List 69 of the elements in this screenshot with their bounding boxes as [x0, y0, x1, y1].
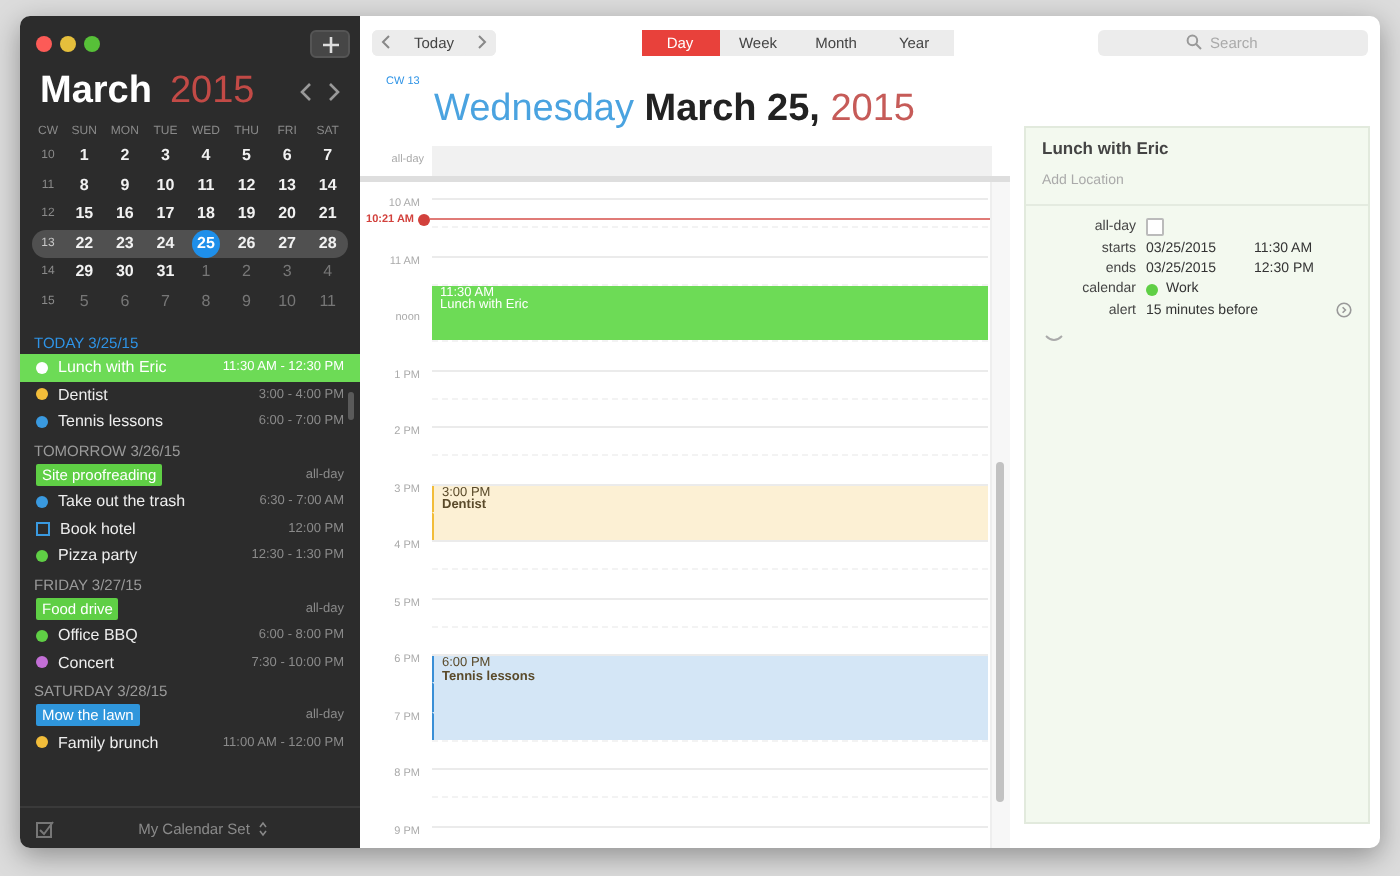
add-event-button[interactable] — [310, 30, 350, 58]
event-title: Lunch with Eric — [58, 358, 169, 377]
event-title: Family brunch — [58, 733, 161, 752]
chevron-right-icon — [476, 34, 489, 50]
all-day-checkbox[interactable] — [1146, 218, 1164, 236]
calendar-day[interactable]: 6 — [273, 142, 302, 171]
event-title: Pizza party — [58, 546, 140, 565]
weekday-title: Wednesday — [434, 88, 634, 130]
up-down-chevron-icon[interactable] — [257, 819, 268, 837]
task-checkbox[interactable] — [36, 521, 50, 536]
next-month-icon[interactable] — [324, 80, 344, 104]
event-dot — [36, 361, 48, 374]
calendar-day[interactable]: 16 — [110, 200, 139, 229]
calendar-day[interactable]: 7 — [313, 142, 342, 171]
calendar-day[interactable]: 9 — [110, 171, 139, 200]
calendar-day[interactable]: 2 — [110, 142, 139, 171]
expand-chevron-icon[interactable] — [1044, 334, 1064, 344]
event-block-continuation[interactable] — [432, 511, 988, 540]
calendar-day[interactable]: 22 — [70, 229, 99, 258]
event-title: Concert — [58, 653, 117, 672]
date-title: March 25, — [644, 88, 820, 130]
minimize-button[interactable] — [60, 36, 76, 52]
calendar-day[interactable]: 30 — [110, 258, 139, 287]
calendar-day[interactable]: 11 — [191, 171, 220, 200]
event-title: Book hotel — [60, 519, 138, 538]
calendar-day[interactable]: 4 — [191, 142, 220, 171]
scrollbar-thumb[interactable] — [996, 462, 1004, 802]
event-title: Office BBQ — [58, 626, 140, 645]
event-title: Take out the trash — [58, 492, 188, 511]
calendar-day[interactable]: 17 — [151, 200, 180, 229]
calendar-day[interactable]: 27 — [273, 229, 302, 258]
close-button[interactable] — [36, 36, 52, 52]
calendar-day[interactable]: 12 — [232, 171, 261, 200]
year-title: 2015 — [830, 88, 915, 130]
calendar-day[interactable]: 5 — [232, 142, 261, 171]
calendar-day[interactable]: 26 — [232, 229, 261, 258]
calendar-day[interactable]: 14 — [313, 171, 342, 200]
chevron-left-icon — [380, 34, 392, 50]
calendar-day[interactable]: 10 — [151, 171, 180, 200]
previous-month-icon[interactable] — [296, 80, 316, 104]
month-title: March — [40, 70, 152, 114]
search-icon — [1186, 34, 1203, 50]
all-day-row[interactable] — [432, 146, 992, 176]
year-title: 2015 — [169, 70, 255, 114]
current-time-dot — [418, 213, 430, 225]
calendar-day[interactable]: 29 — [70, 258, 99, 287]
calendar-day[interactable]: 31 — [151, 258, 180, 287]
scrollbar-thumb[interactable] — [348, 392, 354, 420]
zoom-button[interactable] — [84, 36, 100, 52]
calendar-day[interactable]: 13 — [273, 171, 302, 200]
circled-chevron-icon[interactable] — [1336, 302, 1352, 318]
plus-icon — [321, 35, 339, 53]
event-title: Dentist — [58, 385, 110, 404]
calendar-day[interactable]: 20 — [273, 200, 302, 229]
calendar-day[interactable]: 8 — [70, 171, 99, 200]
calendar-day[interactable]: 19 — [232, 200, 261, 229]
checkbox-icon[interactable] — [36, 819, 54, 837]
calendar-day[interactable]: 15 — [70, 200, 99, 229]
calendar-day[interactable]: 1 — [70, 142, 99, 171]
event-block-continuation[interactable] — [432, 312, 988, 341]
calendar-day[interactable]: 28 — [313, 229, 342, 258]
calendar-day[interactable]: 24 — [151, 229, 180, 258]
calendar-day[interactable]: 23 — [110, 229, 139, 258]
event-title: Lunch with Eric — [1042, 138, 1171, 158]
calendar-day[interactable]: 21 — [313, 200, 342, 229]
event-title: Tennis lessons — [58, 412, 165, 431]
calendar-day[interactable]: 3 — [151, 142, 180, 171]
calendar-day[interactable]: 18 — [191, 200, 220, 229]
event-block-continuation[interactable] — [432, 711, 988, 740]
